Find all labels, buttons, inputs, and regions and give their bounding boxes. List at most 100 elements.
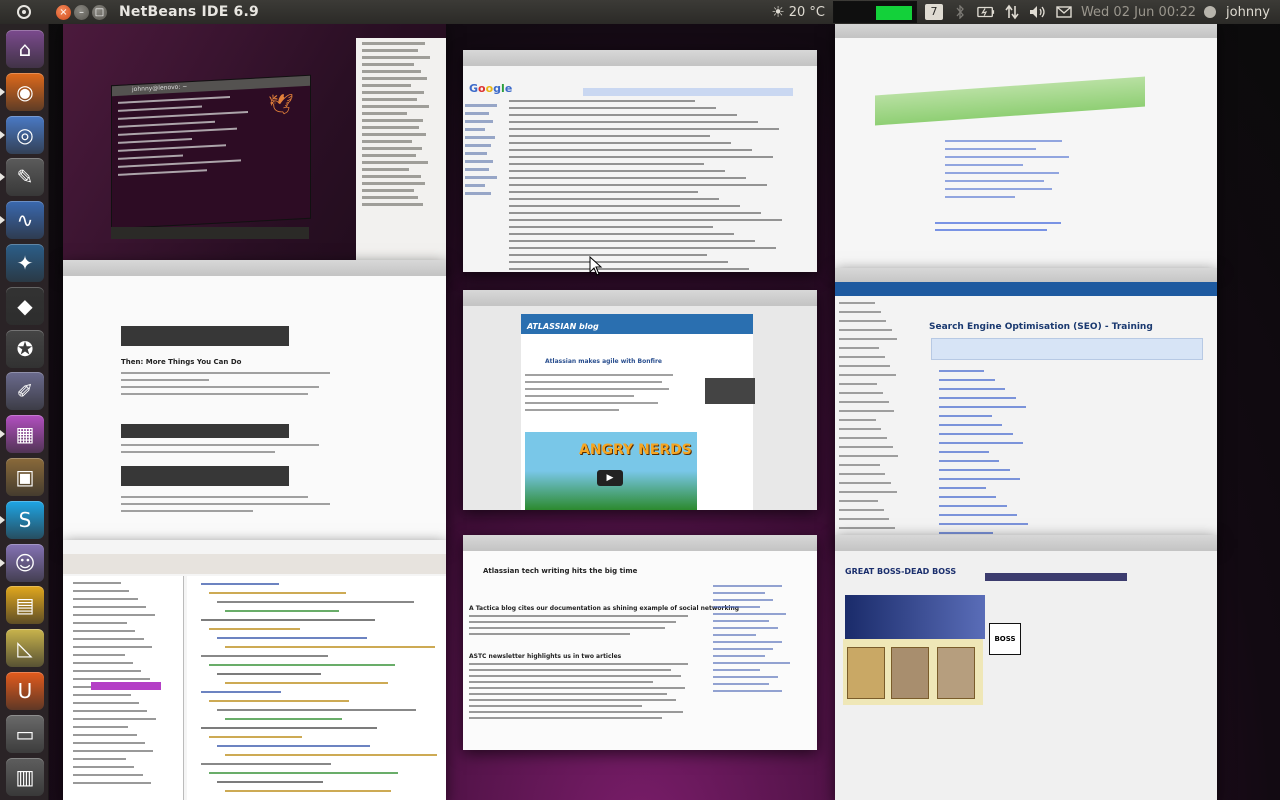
wiki-text-thumbnail-2 — [121, 444, 341, 458]
gimp-icon: ✪ — [16, 336, 34, 361]
network-icon[interactable] — [1003, 4, 1021, 20]
close-window-button[interactable]: × — [56, 4, 71, 20]
launcher-item-inkscape[interactable]: ◆ — [6, 286, 44, 325]
maximize-window-button[interactable]: □ — [92, 4, 107, 20]
seo-page-title: Search Engine Optimisation (SEO) - Train… — [929, 322, 1153, 332]
workspace-9-boss-site[interactable]: GREAT BOSS-DEAD BOSS BOSS — [835, 535, 1217, 800]
mail-icon[interactable] — [1055, 4, 1073, 20]
code-block-2 — [121, 424, 289, 438]
blog-post-title: Atlassian makes agile with Bonfire — [545, 358, 662, 365]
launcher-item-home-folder[interactable]: ⌂ — [6, 30, 44, 68]
browser-tab-strip — [463, 290, 817, 306]
package-icon: ▣ — [15, 465, 35, 489]
launcher-item-text-editor[interactable]: ✎ — [0, 158, 44, 197]
battery-icon[interactable] — [977, 4, 995, 20]
launcher-item-removable-drive[interactable]: ▭ — [6, 714, 44, 753]
user-status-icon[interactable] — [1204, 6, 1217, 18]
gmail-inbox-thumbnail — [509, 100, 809, 270]
boss-page-title: GREAT BOSS-DEAD BOSS — [845, 567, 957, 576]
workspace-7-netbeans[interactable] — [63, 540, 446, 800]
inkscape-icon: ◆ — [17, 293, 33, 318]
load-graph-bar — [875, 6, 912, 20]
confluence-info-panel — [875, 76, 1145, 126]
folder-icon: ⌂ — [18, 37, 32, 61]
news-headline-2: A Tactica blog cites our documentation a… — [469, 605, 740, 612]
wiki-top-bar — [835, 282, 1217, 296]
news-headline-1: Atlassian tech writing hits the big time — [483, 567, 638, 575]
launcher-item-trash[interactable]: ▥ — [6, 757, 44, 796]
launcher-item-screen-recorder[interactable]: ▦ — [0, 415, 44, 454]
boss-portraits — [843, 639, 983, 705]
launcher-item-pidgin[interactable]: ☺ — [0, 543, 44, 582]
volume-icon[interactable] — [1029, 4, 1047, 20]
launcher-item-shutter[interactable]: ✦ — [6, 244, 44, 282]
trash-icon: ▥ — [15, 764, 35, 789]
launcher-item-workspace-switcher[interactable]: ▤ — [6, 586, 44, 625]
software-center-icon: U — [17, 679, 33, 703]
clock-indicator[interactable]: Wed 02 Jun 00:22 — [1081, 5, 1196, 20]
active-app-title: NetBeans IDE 6.9 — [119, 4, 259, 20]
wallpaper-birds-icon: 🕊 — [268, 92, 294, 116]
bluetooth-icon[interactable] — [951, 4, 969, 20]
launcher-item-ubuntu-software[interactable]: U — [6, 672, 44, 710]
launcher-item-presentation[interactable]: ◺ — [6, 629, 44, 668]
workspace-2-gmail[interactable]: Google — [463, 50, 817, 272]
file-list-window-thumbnail[interactable] — [356, 38, 446, 272]
wiki-text-thumbnail — [121, 372, 341, 400]
seo-info-box — [931, 338, 1203, 360]
blog-text-thumbnail — [525, 374, 681, 416]
launcher-item-chromium[interactable]: ◎ — [0, 115, 44, 154]
workspace-6-seo-wiki[interactable]: Search Engine Optimisation (SEO) - Train… — [835, 268, 1217, 544]
wiki-heading: Then: More Things You Can Do — [121, 358, 242, 366]
presentation-icon: ◺ — [17, 636, 33, 661]
boss-portrait-2 — [937, 647, 975, 699]
running-app-indicator — [0, 515, 5, 524]
weather-indicator[interactable]: ☀ 20 °C — [771, 3, 825, 21]
boss-book-cover — [847, 647, 885, 699]
workspace-5-atlassian-blog[interactable]: ATLASSIAN blog Atlassian makes agile wit… — [463, 290, 817, 510]
chat-icon: ☺ — [14, 550, 36, 575]
monitor-icon: ∿ — [16, 208, 34, 233]
news-sidebar-thumbnail — [713, 585, 799, 697]
wiki-text-thumbnail-3 — [121, 496, 341, 517]
workspace-4-git-wiki[interactable]: Then: More Things You Can Do — [63, 260, 446, 544]
launcher-item-system-monitor[interactable]: ∿ — [0, 201, 44, 240]
confluence-text-thumbnail — [935, 222, 1075, 236]
ubuntu-dash-button[interactable] — [12, 0, 36, 24]
netbeans-toolbar — [63, 554, 446, 574]
blog-header: ATLASSIAN blog — [521, 314, 753, 334]
window-controls: × – □ — [56, 4, 107, 20]
minimize-window-button[interactable]: – — [74, 4, 89, 20]
launcher-item-firefox[interactable]: ◉ — [0, 72, 44, 111]
gmail-sidebar-thumbnail — [465, 104, 505, 264]
sun-icon: ☀ — [771, 3, 785, 21]
launcher-item-skype[interactable]: S — [0, 500, 44, 539]
running-app-indicator — [0, 430, 5, 439]
workspace-number-badge[interactable]: 7 — [924, 4, 943, 20]
launcher-item-package-manager[interactable]: ▣ — [6, 458, 44, 496]
workspace-1-desktop[interactable]: johnny@lenovo: ~ 🕊 — [63, 22, 446, 272]
system-load-indicator[interactable] — [832, 1, 917, 23]
angry-nerds-video-thumbnail[interactable]: ANGRY NERDS ▶ — [525, 432, 697, 510]
news-text-block-1 — [469, 615, 699, 639]
recorder-icon: ▦ — [15, 422, 35, 447]
skype-icon: S — [18, 507, 32, 532]
workspaces-icon: ▤ — [15, 593, 35, 618]
top-panel: × – □ NetBeans IDE 6.9 ☀ 20 °C 7 Wed 02 … — [0, 0, 1280, 24]
browser-tab-strip — [835, 535, 1217, 551]
username-indicator[interactable]: johnny — [1226, 5, 1270, 20]
code-block-3 — [121, 466, 289, 486]
boss-portrait-1 — [891, 647, 929, 699]
workspace-3-confluence[interactable] — [835, 22, 1217, 268]
blog-sidebar-widget — [705, 378, 755, 404]
confluence-links-thumbnail — [945, 140, 1075, 204]
news-text-block-2 — [469, 663, 699, 723]
ubuntu-logo-icon — [17, 5, 31, 19]
launcher-item-gimp[interactable]: ✪ — [6, 329, 44, 368]
weather-temperature: 20 °C — [788, 4, 825, 20]
text-editor-icon: ✎ — [16, 165, 34, 190]
workspace-8-news-blog[interactable]: Atlassian tech writing hits the big time… — [463, 535, 817, 750]
launcher-item-drawing-app[interactable]: ✐ — [6, 372, 44, 411]
code-block-1 — [121, 326, 289, 346]
play-icon[interactable]: ▶ — [597, 470, 623, 486]
